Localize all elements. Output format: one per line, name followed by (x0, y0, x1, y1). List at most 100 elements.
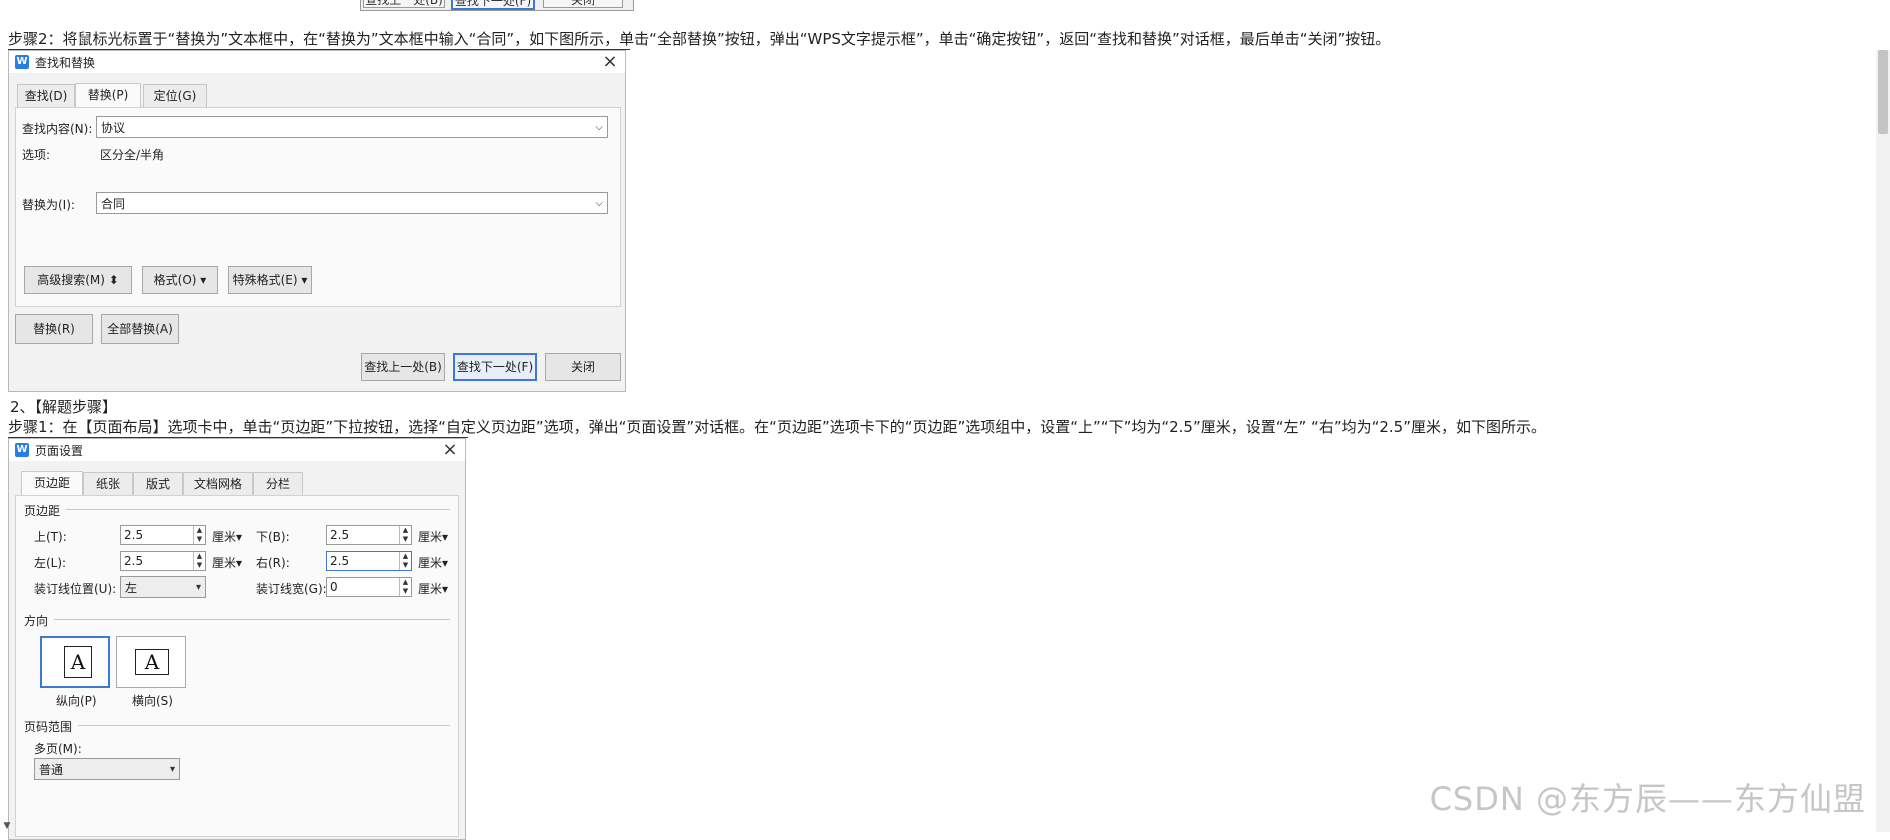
divider (78, 725, 450, 726)
spinner-icon[interactable]: ▲ ▼ (193, 552, 205, 570)
vertical-scrollbar[interactable] (1876, 50, 1890, 832)
gutter-position-label: 装订线位置(U): (34, 582, 117, 596)
scrollbar-thumb[interactable] (1878, 50, 1888, 134)
page-setup-dialog: W 页面设置 × 页边距 纸张 版式 文档网格 分栏 页边距 上(T): 2.5… (8, 438, 466, 840)
dialog-title-bar: W 查找和替换 × (9, 51, 625, 73)
spinner-icon[interactable]: ▲ ▼ (399, 552, 411, 570)
caret-down-icon: ▾ (301, 273, 308, 287)
caret-down-icon: ▾ (236, 530, 243, 544)
spinner-icon[interactable]: ▲ ▼ (399, 526, 411, 544)
replace-label: 替换为(I): (22, 198, 75, 212)
top-margin-unit[interactable]: 厘米▾ (212, 528, 242, 545)
options-label: 选项: (22, 148, 51, 162)
caret-down-icon: ▾ (442, 530, 449, 544)
portrait-option[interactable]: A (40, 636, 110, 688)
margins-heading: 页边距 (24, 504, 61, 518)
find-label: 查找内容(N): (22, 122, 93, 136)
spinner-icon[interactable]: ▲ ▼ (399, 578, 411, 596)
tab-find[interactable]: 查找(D) (17, 84, 75, 107)
right-margin-value: 2.5 (330, 554, 350, 568)
spinner-icon[interactable]: ▲ ▼ (193, 526, 205, 544)
chevron-down-icon[interactable]: ⌵ (595, 117, 603, 139)
tab-goto[interactable]: 定位(G) (143, 84, 207, 107)
gutter-width-unit[interactable]: 厘米▾ (418, 580, 448, 597)
dialog-title: 页面设置 (35, 444, 84, 458)
caret-down-icon: ▾ (195, 582, 201, 593)
unit-label: 厘米 (418, 582, 443, 596)
gutter-width-label: 装订线宽(G): (256, 582, 327, 596)
right-margin-unit[interactable]: 厘米▾ (418, 554, 448, 571)
left-margin-unit[interactable]: 厘米▾ (212, 554, 242, 571)
replace-value: 合同 (101, 197, 126, 211)
page-range-heading: 页码范围 (24, 720, 73, 734)
options-value: 区分全/半角 (100, 148, 165, 162)
multi-page-value: 普通 (39, 763, 64, 777)
wps-app-icon: W (15, 55, 29, 69)
find-prev-button[interactable]: 查找上一处(B) (361, 353, 445, 381)
tab-layout[interactable]: 版式 (133, 472, 183, 495)
bottom-margin-value: 2.5 (330, 528, 350, 542)
tab-replace[interactable]: 替换(P) (75, 83, 141, 107)
multi-page-select[interactable]: 普通 ▾ (34, 758, 180, 780)
find-next-button[interactable]: 查找下一处(F) (453, 353, 537, 381)
find-prev-button-fragment[interactable]: 查找上一处(B) (363, 0, 445, 8)
portrait-label: 纵向(P) (56, 694, 97, 708)
caret-down-icon: ▾ (200, 273, 207, 287)
chevron-down-icon[interactable]: ⌵ (595, 193, 603, 215)
replace-all-button[interactable]: 全部替换(A) (101, 314, 179, 344)
tab-margins[interactable]: 页边距 (21, 471, 83, 495)
step2-text: 步骤2：将鼠标光标置于“替换为”文本框中，在“替换为”文本框中输入“合同”，如下… (8, 30, 1391, 48)
unit-label: 厘米 (212, 556, 237, 570)
gutter-width-input[interactable]: 0 ▲ ▼ (326, 577, 412, 597)
csdn-watermark: CSDN @东方辰——东方仙盟 (1429, 780, 1866, 818)
unit-label: 厘米 (418, 530, 443, 544)
bottom-margin-label: 下(B): (256, 530, 290, 544)
tab-columns[interactable]: 分栏 (253, 472, 303, 495)
multi-page-label: 多页(M): (34, 742, 82, 756)
bottom-margin-unit[interactable]: 厘米▾ (418, 528, 448, 545)
divider (66, 509, 450, 510)
landscape-option[interactable]: A (116, 636, 186, 688)
right-margin-label: 右(R): (256, 556, 290, 570)
tab-paper[interactable]: 纸张 (83, 472, 133, 495)
unit-label: 厘米 (418, 556, 443, 570)
replace-button[interactable]: 替换(R) (15, 314, 93, 344)
format-label: 格式(O) (153, 273, 197, 287)
close-icon[interactable]: × (601, 51, 619, 73)
bottom-margin-input[interactable]: 2.5 ▲ ▼ (326, 525, 412, 545)
gutter-position-value: 左 (125, 581, 138, 595)
find-value: 协议 (101, 121, 126, 135)
top-margin-label: 上(T): (34, 530, 67, 544)
margins-panel: 页边距 上(T): 2.5 ▲ ▼ 厘米▾ 下(B): 2.5 ▲ ▼ 厘米▾ 左(… (15, 495, 459, 837)
close-button[interactable]: 关闭 (545, 353, 621, 381)
special-format-label: 特殊格式(E) (232, 273, 298, 287)
left-margin-label: 左(L): (34, 556, 67, 570)
unit-label: 厘米 (212, 530, 237, 544)
step1-text: 步骤1：在【页面布局】选项卡中，单击“页边距”下拉按钮，选择“自定义页边距”选项… (8, 418, 1546, 436)
advanced-search-button[interactable]: 高级搜索(M) ⬍ (24, 266, 132, 294)
advanced-search-label: 高级搜索(M) (37, 273, 105, 287)
portrait-page-icon: A (64, 646, 92, 678)
divider (54, 619, 450, 620)
landscape-page-icon: A (135, 649, 169, 675)
landscape-label: 横向(S) (132, 694, 173, 708)
left-margin-input[interactable]: 2.5 ▲ ▼ (120, 551, 206, 571)
tab-doc-grid[interactable]: 文档网格 (183, 472, 253, 495)
left-margin-value: 2.5 (124, 554, 144, 568)
replace-panel: 查找内容(N): 协议 ⌵ 选项: 区分全/半角 替换为(I): 合同 ⌵ 高级… (15, 107, 621, 307)
close-icon[interactable]: × (441, 439, 459, 461)
scroll-down-icon[interactable]: ▼ (0, 820, 14, 832)
gutter-position-select[interactable]: 左 ▾ (120, 576, 206, 598)
replace-input[interactable]: 合同 ⌵ (96, 192, 608, 214)
right-margin-input[interactable]: 2.5 ▲ ▼ (326, 551, 412, 571)
wps-app-icon: W (15, 443, 29, 457)
format-button[interactable]: 格式(O) ▾ (142, 266, 218, 294)
dialog-title-bar: W 页面设置 × (9, 439, 465, 461)
caret-down-icon: ▾ (169, 764, 175, 775)
close-button-fragment[interactable]: 关闭 (543, 0, 623, 8)
caret-down-icon: ▾ (442, 556, 449, 570)
find-input[interactable]: 协议 ⌵ (96, 116, 608, 138)
top-margin-input[interactable]: 2.5 ▲ ▼ (120, 525, 206, 545)
special-format-button[interactable]: 特殊格式(E) ▾ (228, 266, 312, 294)
find-next-button-fragment[interactable]: 查找下一处(F) (451, 0, 535, 10)
